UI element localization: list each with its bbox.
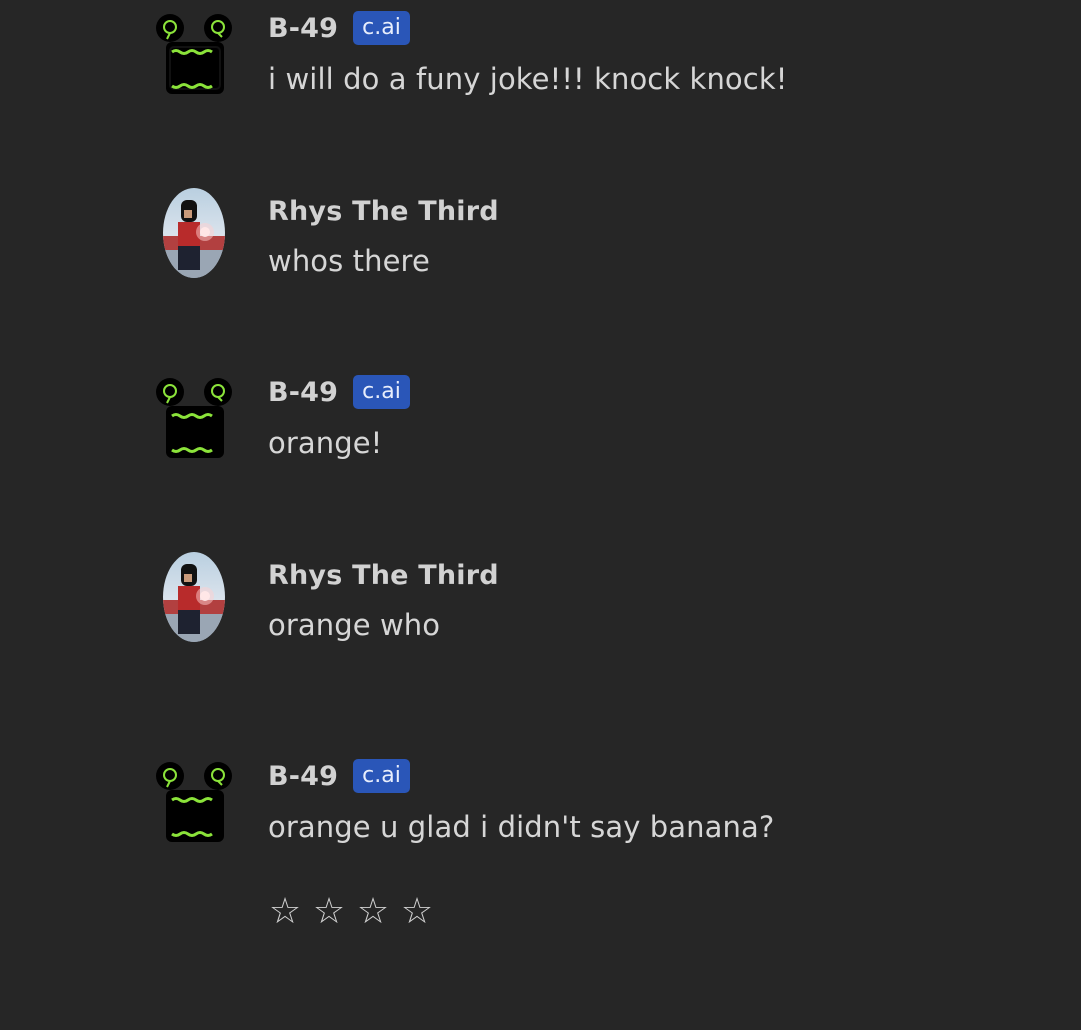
message-header: B-49 c.ai xyxy=(268,10,410,46)
cai-badge: c.ai xyxy=(353,759,410,793)
user-avatar-icon xyxy=(163,552,225,642)
rating-stars: ☆ ☆ ☆ ☆ xyxy=(268,890,434,934)
robot-avatar-icon xyxy=(156,762,232,842)
message-text: i will do a funy joke!!! knock knock! xyxy=(268,62,788,96)
bot-avatar[interactable] xyxy=(150,12,238,100)
message-header: Rhys The Third xyxy=(268,193,499,229)
user-avatar[interactable] xyxy=(163,552,225,642)
robot-avatar-icon xyxy=(156,14,232,94)
bot-avatar[interactable] xyxy=(150,376,238,464)
robot-avatar-icon xyxy=(156,378,232,458)
message-text: orange who xyxy=(268,608,441,642)
author-name[interactable]: B-49 xyxy=(268,377,338,408)
star-outline-icon[interactable]: ☆ xyxy=(268,890,302,934)
message-text: orange u glad i didn't say banana? xyxy=(268,810,775,844)
user-avatar[interactable] xyxy=(163,188,225,278)
message-header: Rhys The Third xyxy=(268,557,499,593)
star-outline-icon[interactable]: ☆ xyxy=(400,890,434,934)
author-name[interactable]: Rhys The Third xyxy=(268,196,499,227)
bot-avatar[interactable] xyxy=(150,760,238,848)
user-avatar-icon xyxy=(163,188,225,278)
message-text: orange! xyxy=(268,426,383,460)
author-name[interactable]: B-49 xyxy=(268,13,338,44)
message-header: B-49 c.ai xyxy=(268,758,410,794)
star-outline-icon[interactable]: ☆ xyxy=(356,890,390,934)
message-text: whos there xyxy=(268,244,430,278)
cai-badge: c.ai xyxy=(353,375,410,409)
message-header: B-49 c.ai xyxy=(268,374,410,410)
author-name[interactable]: B-49 xyxy=(268,761,338,792)
cai-badge: c.ai xyxy=(353,11,410,45)
star-outline-icon[interactable]: ☆ xyxy=(312,890,346,934)
author-name[interactable]: Rhys The Third xyxy=(268,560,499,591)
